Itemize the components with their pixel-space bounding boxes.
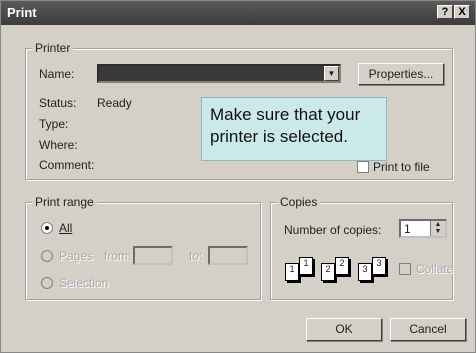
copies-spinner[interactable]: ▲ ▼: [430, 221, 445, 236]
selection-label[interactable]: Selection: [59, 276, 108, 290]
page-icon: 2: [321, 263, 335, 281]
title-bar[interactable]: Print ? X: [1, 1, 475, 25]
page-icon: 1: [299, 257, 313, 275]
callout-note: Make sure that your printer is selected.: [201, 97, 387, 161]
status-value: Ready: [97, 96, 132, 110]
name-label: Name:: [39, 67, 75, 81]
all-label[interactable]: All: [59, 221, 72, 235]
callout-line-1: Make sure that your: [210, 105, 361, 124]
printer-name-select[interactable]: ▼: [97, 64, 341, 83]
status-label: Status:: [39, 96, 77, 110]
page-icon: 2: [335, 257, 349, 275]
comment-label: Comment:: [39, 158, 95, 172]
from-label: from:: [104, 249, 132, 263]
chevron-down-icon[interactable]: ▼: [324, 66, 339, 81]
copies-value: 1: [404, 222, 411, 236]
properties-button[interactable]: Properties...: [358, 63, 444, 85]
page-icon: 3: [372, 257, 386, 275]
printer-group-label: Printer: [32, 41, 74, 55]
from-page-input[interactable]: [133, 246, 173, 265]
print-dialog: Print ? X Printer Name: ▼ Properties... …: [0, 0, 476, 353]
dialog-title: Print: [7, 5, 37, 20]
help-button[interactable]: ?: [437, 5, 453, 19]
to-page-input[interactable]: [208, 246, 248, 265]
pages-radio[interactable]: [41, 250, 53, 262]
collate-checkbox[interactable]: [399, 263, 411, 275]
copies-group-label: Copies: [277, 195, 321, 209]
where-label: Where:: [39, 138, 78, 152]
number-of-copies-label: Number of copies:: [284, 223, 382, 237]
close-button[interactable]: X: [454, 5, 470, 19]
type-label: Type:: [39, 117, 69, 131]
print-to-file-label[interactable]: Print to file: [373, 160, 430, 174]
to-label: to:: [189, 249, 203, 263]
cancel-button[interactable]: Cancel: [390, 318, 466, 341]
ok-button[interactable]: OK: [306, 318, 382, 341]
collate-label[interactable]: Collate: [416, 262, 453, 276]
copies-group: Copies: [270, 195, 453, 300]
print-range-group-label: Print range: [32, 195, 97, 209]
pages-label[interactable]: Pages: [59, 249, 93, 263]
callout-line-2: printer is selected.: [210, 127, 348, 146]
selection-radio[interactable]: [41, 277, 53, 289]
page-icon: 1: [285, 263, 299, 281]
copies-input[interactable]: 1 ▲ ▼: [399, 219, 447, 238]
print-to-file-checkbox[interactable]: [357, 161, 369, 173]
page-icon: 3: [358, 263, 372, 281]
all-radio[interactable]: [41, 222, 53, 234]
